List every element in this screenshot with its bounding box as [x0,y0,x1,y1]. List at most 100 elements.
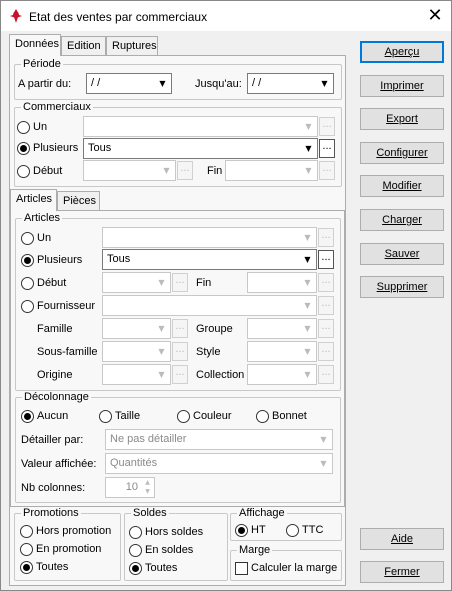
export-button[interactable]: Export [360,108,444,130]
detailler-combo[interactable]: Ne pas détailler ▼ [105,429,333,450]
famille-browse-button[interactable]: ... [172,319,188,338]
articles-plusieurs-combo[interactable]: Tous ▼ [102,249,317,270]
soldes-toutes-label: Toutes [145,562,178,574]
dropdown-arrow-icon[interactable]: ▼ [300,117,317,136]
supprimer-button[interactable]: Supprimer [360,276,444,298]
sous-famille-browse-button[interactable]: ... [172,342,188,361]
articles-debut-combo[interactable]: ▼ [102,272,171,293]
from-date-field[interactable]: / / ▼ [86,73,172,94]
dropdown-arrow-icon[interactable]: ▼ [299,365,316,384]
calculer-marge-label: Calculer la marge [251,562,338,574]
articles-plusieurs-browse-button[interactable]: ... [318,250,334,269]
commerciaux-plusieurs-browse-button[interactable]: ... [319,139,335,158]
commerciaux-debut-radio[interactable] [17,165,30,178]
famille-combo[interactable]: ▼ [102,318,171,339]
promotions-toutes-radio[interactable] [20,561,33,574]
articles-un-browse-button[interactable]: ... [318,228,334,247]
style-label: Style [196,346,221,358]
ht-label: HT [251,524,266,536]
imprimer-button[interactable]: Imprimer [360,75,444,97]
decolonnage-couleur-label: Couleur [193,410,232,422]
collection-combo[interactable]: ▼ [247,364,317,385]
spin-up-icon[interactable]: ▲ [145,479,150,486]
articles-plusieurs-radio[interactable] [21,254,34,267]
commerciaux-un-combo[interactable]: ▼ [83,116,318,137]
articles-fournisseur-combo[interactable]: ▼ [102,295,317,316]
articles-fournisseur-radio[interactable] [21,300,34,313]
decolonnage-bonnet-radio[interactable] [256,410,269,423]
commerciaux-fin-browse-button[interactable]: ... [319,161,335,180]
articles-fin-browse-button[interactable]: ... [318,273,334,292]
dropdown-arrow-icon[interactable]: ▼ [300,161,317,180]
commerciaux-un-radio[interactable] [17,121,30,134]
commerciaux-un-browse-button[interactable]: ... [319,117,335,136]
groupe-combo[interactable]: ▼ [247,318,317,339]
ttc-radio[interactable] [286,524,299,537]
soldes-toutes-radio[interactable] [129,562,142,575]
commerciaux-fin-combo[interactable]: ▼ [225,160,318,181]
collection-browse-button[interactable]: ... [318,365,334,384]
dropdown-arrow-icon[interactable]: ▼ [299,250,316,269]
sous-famille-label: Sous-famille [37,346,98,358]
sous-famille-combo[interactable]: ▼ [102,341,171,362]
sauver-button[interactable]: Sauver [360,243,444,265]
aide-button[interactable]: Aide [360,528,444,550]
articles-un-radio[interactable] [21,232,34,245]
articles-debut-label: Début [37,277,67,289]
dropdown-arrow-icon[interactable]: ▼ [299,273,316,292]
to-date-field[interactable]: / / ▼ [247,73,334,94]
charger-button[interactable]: Charger [360,209,444,231]
tab-donnees[interactable]: Données [9,34,61,56]
tab-ruptures[interactable]: Ruptures [106,36,158,56]
decolonnage-taille-radio[interactable] [99,410,112,423]
articles-debut-radio[interactable] [21,277,34,290]
dropdown-arrow-icon[interactable]: ▼ [153,342,170,361]
spin-arrows-icon[interactable]: ▲ ▼ [141,478,154,497]
calculer-marge-checkbox[interactable] [235,562,248,575]
hors-soldes-radio[interactable] [129,526,142,539]
articles-fin-combo[interactable]: ▼ [247,272,317,293]
dropdown-arrow-icon[interactable]: ▼ [299,296,316,315]
dropdown-arrow-icon[interactable]: ▼ [299,228,316,247]
dropdown-arrow-icon[interactable]: ▼ [154,74,171,93]
configurer-button[interactable]: Configurer [360,142,444,164]
dropdown-arrow-icon[interactable]: ▼ [315,454,332,473]
dropdown-arrow-icon[interactable]: ▼ [299,319,316,338]
en-soldes-radio[interactable] [129,544,142,557]
articles-debut-browse-button[interactable]: ... [172,273,188,292]
origine-combo[interactable]: ▼ [102,364,171,385]
modifier-button[interactable]: Modifier [360,175,444,197]
articles-un-combo[interactable]: ▼ [102,227,317,248]
spin-down-icon[interactable]: ▼ [145,488,150,495]
groupe-browse-button[interactable]: ... [318,319,334,338]
commerciaux-plusieurs-combo[interactable]: Tous ▼ [83,138,318,159]
dropdown-arrow-icon[interactable]: ▼ [315,430,332,449]
tab-edition[interactable]: Edition [61,36,106,56]
dropdown-arrow-icon[interactable]: ▼ [158,161,175,180]
fermer-button[interactable]: Fermer [360,561,444,583]
dropdown-arrow-icon[interactable]: ▼ [316,74,333,93]
dropdown-arrow-icon[interactable]: ▼ [153,273,170,292]
decolonnage-couleur-radio[interactable] [177,410,190,423]
dropdown-arrow-icon[interactable]: ▼ [153,365,170,384]
valeur-combo[interactable]: Quantités ▼ [105,453,333,474]
dropdown-arrow-icon[interactable]: ▼ [300,139,317,158]
decolonnage-aucun-radio[interactable] [21,410,34,423]
commerciaux-debut-browse-button[interactable]: ... [177,161,193,180]
origine-browse-button[interactable]: ... [172,365,188,384]
articles-fournisseur-browse-button[interactable]: ... [318,296,334,315]
commerciaux-debut-combo[interactable]: ▼ [83,160,176,181]
dropdown-arrow-icon[interactable]: ▼ [299,342,316,361]
hors-promotion-radio[interactable] [20,525,33,538]
apercu-button[interactable]: Aperçu [360,41,444,63]
tab-pieces[interactable]: Pièces [57,191,100,211]
style-browse-button[interactable]: ... [318,342,334,361]
dropdown-arrow-icon[interactable]: ▼ [153,319,170,338]
tab-articles[interactable]: Articles [10,189,57,211]
commerciaux-plusieurs-radio[interactable] [17,142,30,155]
nb-colonnes-spinner[interactable]: 10 ▲ ▼ [105,477,155,498]
style-combo[interactable]: ▼ [247,341,317,362]
en-promotion-radio[interactable] [20,543,33,556]
close-icon[interactable]: ✕ [423,5,447,27]
ht-radio[interactable] [235,524,248,537]
